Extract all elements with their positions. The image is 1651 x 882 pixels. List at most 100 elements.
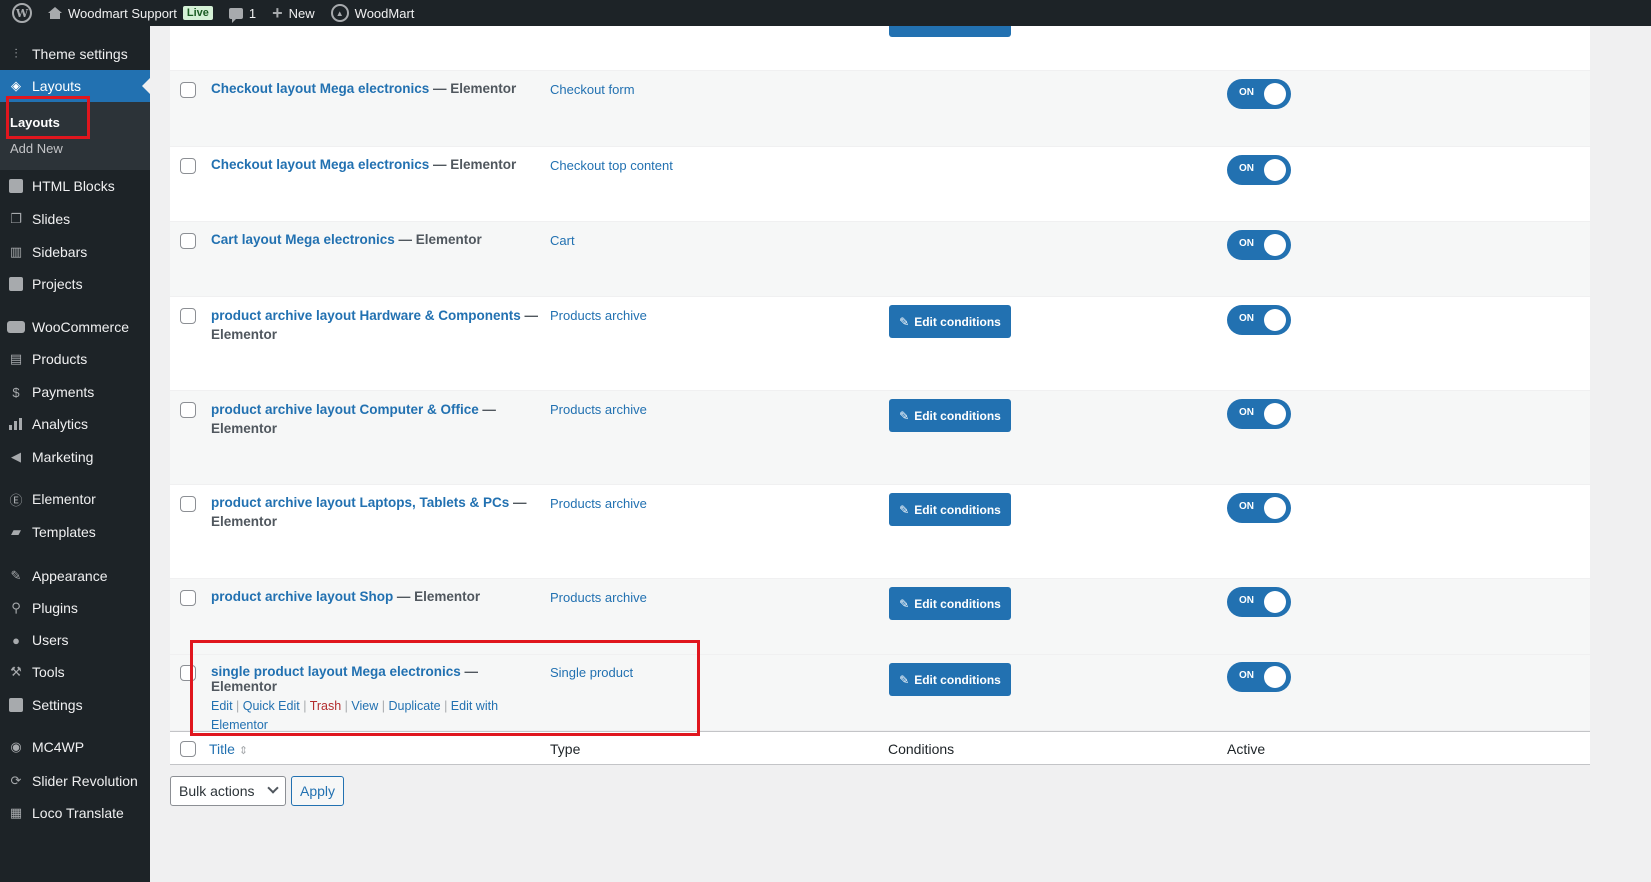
sidebar-item-label: Plugins (32, 600, 78, 616)
table-row: product archive layout Laptops, Tablets … (170, 485, 1590, 579)
apply-button[interactable]: Apply (291, 776, 344, 806)
sidebar-item-label: Sidebars (32, 244, 88, 260)
row-checkbox[interactable] (180, 590, 196, 606)
comments-link[interactable]: 1 (221, 0, 264, 26)
new-content-link[interactable]: + New (264, 0, 323, 26)
sidebar-item-woocommerce[interactable]: WooCommerce (0, 311, 150, 343)
toggle-label: ON (1239, 407, 1254, 418)
sidebar-item-label: Projects (32, 276, 83, 292)
row-checkbox[interactable] (180, 158, 196, 174)
row-title-link[interactable]: Cart layout Mega electronics (211, 232, 395, 247)
active-toggle[interactable]: ON (1227, 305, 1291, 335)
sidebar-item-label: Theme settings (32, 46, 128, 62)
column-title-label: Title (209, 741, 235, 757)
sidebar-item-marketing[interactable]: ◀ Marketing (0, 441, 150, 473)
row-checkbox[interactable] (180, 82, 196, 98)
column-title-sort[interactable]: Title ⇕ (209, 741, 248, 757)
row-checkbox[interactable] (180, 308, 196, 324)
row-type-link[interactable]: Products archive (550, 590, 647, 605)
sidebar-item-theme-settings[interactable]: ⫶ Theme settings (0, 38, 150, 70)
row-action-quick-edit[interactable]: Quick Edit (243, 699, 300, 713)
site-name-link[interactable]: Woodmart Support Live (40, 0, 221, 26)
row-action-view[interactable]: View (351, 699, 378, 713)
row-title-link[interactable]: Checkout layout Mega electronics (211, 81, 429, 96)
active-toggle[interactable]: ON (1227, 399, 1291, 429)
row-title-link[interactable]: product archive layout Laptops, Tablets … (211, 495, 509, 510)
sidebar-item-appearance[interactable]: ✎ Appearance (0, 560, 150, 592)
active-toggle[interactable]: ON (1227, 662, 1291, 692)
submenu-add-new[interactable]: Add New (10, 141, 63, 156)
settings-icon (6, 697, 26, 713)
sidebar-item-templates[interactable]: ▰ Templates (0, 516, 150, 548)
row-type-link[interactable]: Products archive (550, 402, 647, 417)
edit-conditions-button[interactable]: ✎ Edit conditions (889, 493, 1011, 526)
toggle-knob (1264, 666, 1286, 688)
row-title-cell: product archive layout Hardware & Compon… (211, 306, 541, 344)
row-title-link[interactable]: product archive layout Shop (211, 589, 393, 604)
sidebar-item-label: MC4WP (32, 739, 85, 755)
row-action-edit[interactable]: Edit (211, 699, 233, 713)
sidebar-item-label: WooCommerce (32, 319, 129, 335)
row-checkbox[interactable] (180, 402, 196, 418)
row-checkbox[interactable] (180, 496, 196, 512)
submenu-layouts[interactable]: Layouts (10, 115, 60, 130)
row-checkbox[interactable] (180, 233, 196, 249)
active-toggle[interactable]: ON (1227, 230, 1291, 260)
sidebar-item-settings[interactable]: Settings (0, 689, 150, 721)
sidebar-item-products[interactable]: ▤ Products (0, 343, 150, 375)
sidebar-item-loco-translate[interactable]: ▦ Loco Translate (0, 797, 150, 829)
row-type-link[interactable]: Products archive (550, 308, 647, 323)
plus-icon: + (272, 3, 283, 23)
sidebar-item-projects[interactable]: Projects (0, 268, 150, 300)
woodmart-menu[interactable]: ▲ WoodMart (323, 0, 423, 26)
row-title-link[interactable]: product archive layout Hardware & Compon… (211, 308, 521, 323)
select-all-checkbox[interactable] (180, 741, 196, 757)
edit-conditions-button[interactable]: ✎ Edit conditions (889, 663, 1011, 696)
table-row: product archive layout Shop — Elementor … (170, 579, 1590, 655)
edit-conditions-button-partial[interactable] (889, 26, 1011, 37)
row-type-link[interactable]: Products archive (550, 496, 647, 511)
row-checkbox[interactable] (180, 665, 196, 681)
pencil-icon: ✎ (899, 502, 910, 517)
sidebar-item-payments[interactable]: $ Payments (0, 376, 150, 408)
row-action-duplicate[interactable]: Duplicate (388, 699, 440, 713)
edit-conditions-button[interactable]: ✎ Edit conditions (889, 399, 1011, 432)
pencil-icon: ✎ (899, 596, 910, 611)
bar-chart-icon (6, 416, 26, 432)
row-title-link[interactable]: Checkout layout Mega electronics (211, 157, 429, 172)
active-toggle[interactable]: ON (1227, 155, 1291, 185)
layers-icon: ◈ (11, 78, 21, 93)
sidebar-item-html-blocks[interactable]: HTML Blocks (0, 170, 150, 202)
sidebar-item-layouts[interactable]: ◈ Layouts (0, 70, 150, 102)
edit-conditions-button[interactable]: ✎ Edit conditions (889, 305, 1011, 338)
sidebar-item-sidebars[interactable]: ▥ Sidebars (0, 236, 150, 268)
sidebar-item-plugins[interactable]: ⚲ Plugins (0, 592, 150, 624)
edit-conditions-button[interactable]: ✎ Edit conditions (889, 587, 1011, 620)
active-toggle[interactable]: ON (1227, 493, 1291, 523)
sidebar-item-label: HTML Blocks (32, 178, 115, 194)
sidebar-item-analytics[interactable]: Analytics (0, 408, 150, 440)
active-toggle[interactable]: ON (1227, 79, 1291, 109)
sidebar-item-mc4wp[interactable]: ◉ MC4WP (0, 731, 150, 763)
sidebar-item-tools[interactable]: ⚒ Tools (0, 656, 150, 688)
row-title-suffix: — Elementor (398, 232, 482, 247)
active-toggle[interactable]: ON (1227, 587, 1291, 617)
row-action-trash[interactable]: Trash (310, 699, 342, 713)
row-type-link[interactable]: Single product (550, 665, 633, 680)
toggle-knob (1264, 159, 1286, 181)
bulk-actions-select[interactable]: Bulk actions (170, 776, 286, 806)
sidebar-item-slider-revolution[interactable]: ⟳ Slider Revolution (0, 765, 150, 797)
row-type-link[interactable]: Cart (550, 233, 575, 248)
bulk-actions-value: Bulk actions (179, 783, 255, 799)
wordpress-logo-menu[interactable]: W (0, 0, 40, 26)
sidebar-item-elementor[interactable]: Ⓔ Elementor (0, 483, 150, 515)
toggle-label: ON (1239, 87, 1254, 98)
table-row: Cart layout Mega electronics — Elementor… (170, 222, 1590, 297)
row-type-link[interactable]: Checkout form (550, 82, 635, 97)
sidebar-item-slides[interactable]: ❐ Slides (0, 203, 150, 235)
row-title-link[interactable]: single product layout Mega electronics (211, 664, 461, 679)
row-title-link[interactable]: product archive layout Computer & Office (211, 402, 479, 417)
row-type-link[interactable]: Checkout top content (550, 158, 673, 173)
sidebar-item-users[interactable]: ● Users (0, 624, 150, 656)
toggle-knob (1264, 309, 1286, 331)
